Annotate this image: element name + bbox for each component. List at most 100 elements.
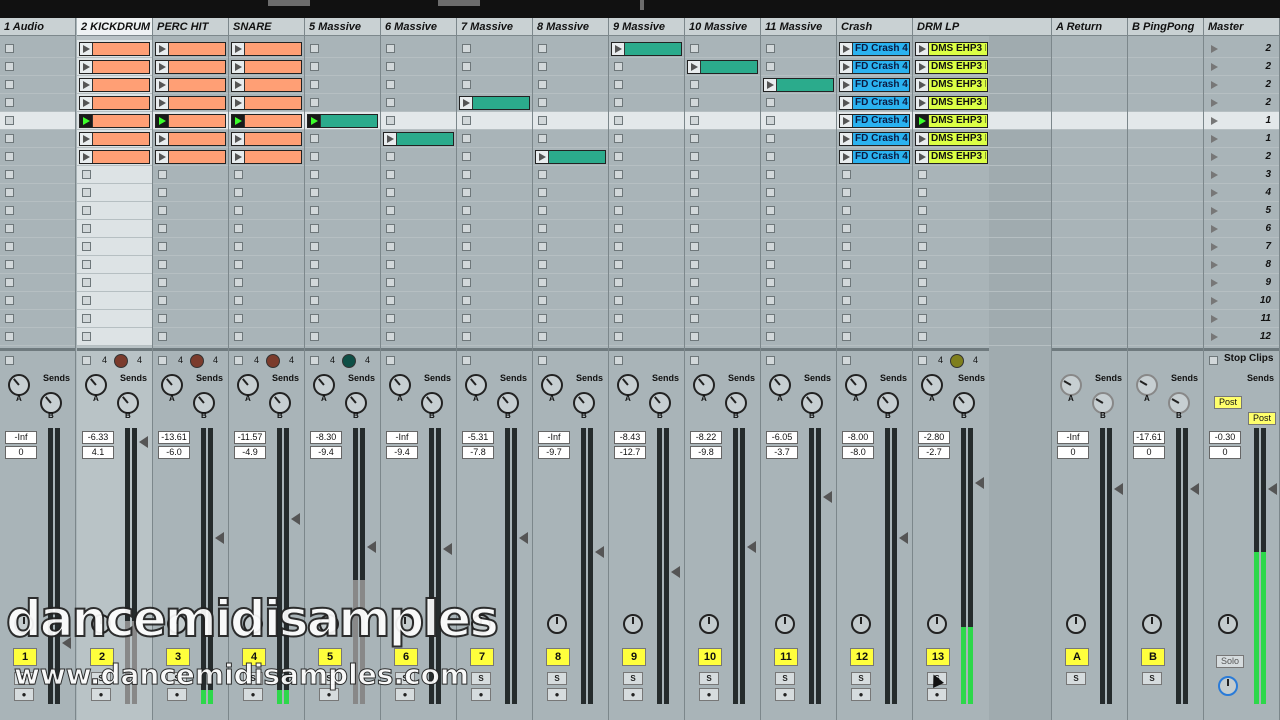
- stop-clip-button[interactable]: [614, 224, 623, 233]
- track-name-header[interactable]: Crash: [837, 18, 912, 36]
- stop-clip-button[interactable]: [538, 98, 547, 107]
- clip-slot[interactable]: [0, 130, 75, 148]
- stop-clip-button[interactable]: [690, 188, 699, 197]
- pan-knob[interactable]: [699, 614, 719, 634]
- scene-launch-slot[interactable]: 7: [1204, 238, 1279, 256]
- stop-clip-button[interactable]: [918, 170, 927, 179]
- send-a-knob[interactable]: [389, 374, 411, 396]
- clip[interactable]: [231, 78, 302, 92]
- clip-slot[interactable]: [305, 274, 380, 292]
- scene-launch-slot[interactable]: 10: [1204, 292, 1279, 310]
- pan-knob[interactable]: [851, 614, 871, 634]
- master-fader-handle[interactable]: [1268, 482, 1277, 495]
- clip[interactable]: [231, 114, 302, 128]
- scene-launch-icon[interactable]: [1211, 243, 1218, 251]
- clip-slot[interactable]: [153, 166, 228, 184]
- stop-clip-button[interactable]: [614, 188, 623, 197]
- clip-slot[interactable]: [761, 166, 836, 184]
- stop-clip-button[interactable]: [386, 314, 395, 323]
- stop-clip-button[interactable]: [310, 206, 319, 215]
- clip[interactable]: [79, 60, 150, 74]
- clip-slot[interactable]: [761, 328, 836, 346]
- clip-slot[interactable]: [229, 94, 304, 112]
- solo-cue-button[interactable]: Solo: [1216, 655, 1244, 668]
- scene-launch-slot[interactable]: 3: [1204, 166, 1279, 184]
- clip-slot[interactable]: [229, 166, 304, 184]
- stop-clip-button[interactable]: [690, 80, 699, 89]
- clip-slot[interactable]: DMS EHP3 I: [913, 40, 990, 58]
- clip-slot[interactable]: [153, 40, 228, 58]
- clip-slot[interactable]: [77, 76, 152, 94]
- stop-clip-button[interactable]: [614, 62, 623, 71]
- clip-slot[interactable]: [685, 130, 760, 148]
- clip-launch-button[interactable]: [840, 151, 853, 163]
- stop-clip-button[interactable]: [5, 332, 14, 341]
- clip-slot[interactable]: [457, 112, 532, 130]
- solo-button[interactable]: S: [851, 672, 871, 685]
- clip-launch-button[interactable]: [80, 43, 93, 55]
- clip-slot[interactable]: [77, 148, 152, 166]
- clip-slot[interactable]: [913, 292, 990, 310]
- clip-slot[interactable]: [837, 328, 912, 346]
- stop-clip-button[interactable]: [462, 260, 471, 269]
- clip-slot[interactable]: [913, 220, 990, 238]
- clip-launch-button[interactable]: [156, 133, 169, 145]
- stop-clip-button[interactable]: [766, 206, 775, 215]
- clip[interactable]: DMS EHP3 I: [915, 132, 988, 146]
- stop-clip-button[interactable]: [158, 296, 167, 305]
- clip-slot[interactable]: [0, 76, 75, 94]
- scene-launch-icon[interactable]: [1211, 207, 1218, 215]
- clip[interactable]: [307, 114, 378, 128]
- clip-slot[interactable]: [77, 184, 152, 202]
- solo-button[interactable]: S: [699, 672, 719, 685]
- stop-clip-button[interactable]: [5, 152, 14, 161]
- master-name-header[interactable]: Master: [1204, 18, 1279, 36]
- volume-value[interactable]: -6.05: [766, 431, 798, 444]
- stop-clip-button[interactable]: [158, 188, 167, 197]
- clip-slot[interactable]: [381, 58, 456, 76]
- clip-launch-button[interactable]: [156, 97, 169, 109]
- clip-slot[interactable]: [153, 130, 228, 148]
- volume-value[interactable]: -8.30: [310, 431, 342, 444]
- stop-clip-button[interactable]: [462, 170, 471, 179]
- clip-slot[interactable]: [685, 76, 760, 94]
- clip[interactable]: [155, 60, 226, 74]
- scene-launch-slot[interactable]: 6: [1204, 220, 1279, 238]
- track-name-header[interactable]: 5 Massive: [305, 18, 380, 36]
- clip-slot[interactable]: [609, 58, 684, 76]
- stop-clip-button[interactable]: [158, 170, 167, 179]
- clip-slot[interactable]: [229, 238, 304, 256]
- stop-clip-button[interactable]: [766, 332, 775, 341]
- clip-slot[interactable]: [761, 40, 836, 58]
- stop-clip-button[interactable]: [386, 80, 395, 89]
- stop-clip-button[interactable]: [918, 206, 927, 215]
- clip-slot[interactable]: [305, 94, 380, 112]
- clip-slot[interactable]: [761, 94, 836, 112]
- solo-button[interactable]: S: [623, 672, 643, 685]
- pan-value[interactable]: -9.7: [538, 446, 570, 459]
- stop-clip-button[interactable]: [5, 134, 14, 143]
- stop-clip-button[interactable]: [614, 80, 623, 89]
- stop-clip-button[interactable]: [766, 278, 775, 287]
- clip-slot[interactable]: [305, 76, 380, 94]
- stop-clip-button[interactable]: [462, 152, 471, 161]
- stop-clip-button[interactable]: [158, 314, 167, 323]
- pan-value[interactable]: -7.8: [462, 446, 494, 459]
- track-name-header[interactable]: 11 Massive: [761, 18, 836, 36]
- clip-slot[interactable]: [77, 58, 152, 76]
- stop-clip-button[interactable]: [842, 314, 851, 323]
- stop-clip-button[interactable]: [462, 80, 471, 89]
- arm-button[interactable]: ●: [547, 688, 567, 701]
- clip-slot[interactable]: DMS EHP3 I: [913, 94, 990, 112]
- scene-launch-icon[interactable]: [1211, 45, 1218, 53]
- stop-clip-button[interactable]: [842, 242, 851, 251]
- clip-slot[interactable]: [229, 148, 304, 166]
- clip[interactable]: FD Crash 4: [839, 150, 910, 164]
- arm-button[interactable]: ●: [927, 688, 947, 701]
- clip-slot[interactable]: [533, 184, 608, 202]
- clip-slot[interactable]: [913, 184, 990, 202]
- stop-clip-button[interactable]: [538, 188, 547, 197]
- clip-slot[interactable]: [533, 310, 608, 328]
- clip-slot[interactable]: [381, 256, 456, 274]
- send-a-knob[interactable]: [313, 374, 335, 396]
